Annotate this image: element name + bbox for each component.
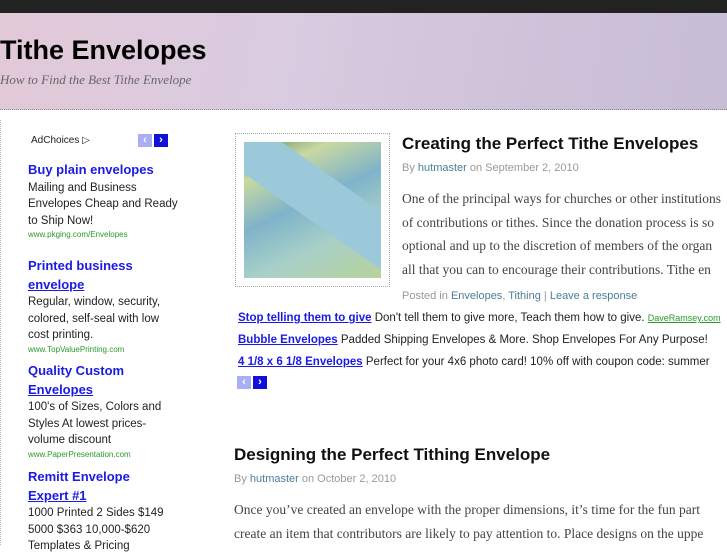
- ad-prev-button[interactable]: ‹: [138, 134, 152, 147]
- post-date: on October 2, 2010: [301, 473, 397, 485]
- ad-title[interactable]: Quality Custom: [28, 362, 178, 381]
- ad-desc: 100's of Sizes, Colors and Styles At low…: [28, 401, 162, 446]
- link-ad-desc: Don't tell them to give more, Teach them…: [374, 312, 645, 324]
- ad-item: Remitt Envelope Expert #1 1000 Printed 2…: [28, 468, 178, 555]
- excerpt-line: Once you’ve created an envelope with the…: [234, 502, 700, 517]
- posted-in-label: Posted in: [402, 290, 448, 302]
- site-tagline: How to Find the Best Tithe Envelope: [0, 72, 192, 87]
- ad-item: Buy plain envelopes Mailing and Business…: [28, 161, 178, 241]
- post-title[interactable]: Creating the Perfect Tithe Envelopes: [402, 134, 698, 154]
- top-bar: [0, 0, 727, 13]
- post-title[interactable]: Designing the Perfect Tithing Envelope: [234, 445, 550, 465]
- excerpt-line: all that you can to encourage their cont…: [402, 261, 711, 277]
- link-ad-desc: Padded Shipping Envelopes & More. Shop E…: [340, 334, 708, 346]
- link-ad-next-button[interactable]: ›: [253, 376, 267, 389]
- ad-title-cont[interactable]: Expert #1: [28, 488, 87, 503]
- post-thumbnail[interactable]: [235, 133, 390, 287]
- ad-url[interactable]: www.PaperPresentation.com: [28, 449, 178, 461]
- ad-next-button[interactable]: ›: [154, 134, 168, 147]
- by-label: By: [402, 162, 415, 174]
- excerpt-line: optional and up to the discretion of mem…: [402, 238, 713, 253]
- ad-url[interactable]: www.TopValuePrinting.com: [28, 344, 178, 356]
- ad-title[interactable]: Buy plain envelopes: [28, 161, 178, 180]
- link-ad: 4 1/8 x 6 1/8 Envelopes Perfect for your…: [238, 356, 710, 368]
- link-ad: Bubble Envelopes Padded Shipping Envelop…: [238, 334, 708, 346]
- post-excerpt: Once you’ve created an envelope with the…: [234, 498, 703, 545]
- ad-item: Printed business envelope Regular, windo…: [28, 257, 178, 356]
- category-link[interactable]: Tithing: [508, 290, 541, 302]
- category-link[interactable]: Envelopes: [451, 290, 502, 302]
- link-ad: Stop telling them to give Don't tell the…: [238, 312, 721, 324]
- excerpt-line: create an item that contributors are lik…: [234, 525, 704, 541]
- ad-title-cont[interactable]: envelope: [28, 277, 84, 292]
- ad-desc: Regular, window, security, colored, self…: [28, 296, 161, 341]
- ad-item: Quality Custom Envelopes 100's of Sizes,…: [28, 362, 178, 461]
- excerpt-line: of contributions or tithes. Since the do…: [402, 214, 714, 230]
- post-categories: Posted in Envelopes, Tithing | Leave a r…: [402, 290, 638, 302]
- leave-response-link[interactable]: Leave a response: [550, 290, 637, 302]
- ad-title-cont[interactable]: Envelopes: [28, 382, 93, 397]
- site-title[interactable]: Tithe Envelopes: [0, 35, 207, 66]
- site-header: Tithe Envelopes How to Find the Best Tit…: [0, 13, 727, 110]
- ad-desc: Mailing and Business Envelopes Cheap and…: [28, 181, 178, 227]
- link-ad-title[interactable]: Stop telling them to give: [238, 312, 372, 324]
- link-ad-title[interactable]: 4 1/8 x 6 1/8 Envelopes: [238, 356, 363, 368]
- ad-title[interactable]: Printed business: [28, 257, 178, 276]
- separator: |: [543, 290, 547, 302]
- link-ad-url[interactable]: DaveRamsey.com: [648, 313, 721, 323]
- post-meta: By hutmaster on September 2, 2010: [402, 162, 579, 174]
- post-date: on September 2, 2010: [469, 162, 579, 174]
- ad-desc: 1000 Printed 2 Sides $149 5000 $363 10,0…: [28, 507, 164, 552]
- link-ad-desc: Perfect for your 4x6 photo card! 10% off…: [365, 356, 710, 368]
- excerpt-line: One of the principal ways for churches o…: [402, 191, 722, 206]
- sidebar-ads: AdChoices ▷ ‹ › Buy plain envelopes Mail…: [0, 120, 220, 552]
- by-label: By: [234, 473, 247, 485]
- link-ad-title[interactable]: Bubble Envelopes: [238, 334, 338, 346]
- link-ad-prev-button[interactable]: ‹: [237, 376, 251, 389]
- adchoices-link[interactable]: AdChoices ▷: [31, 135, 90, 146]
- ad-title[interactable]: Remitt Envelope: [28, 468, 178, 487]
- author-link[interactable]: hutmaster: [250, 473, 299, 485]
- envelopes-image: [244, 142, 381, 278]
- post-meta: By hutmaster on October 2, 2010: [234, 473, 396, 485]
- author-link[interactable]: hutmaster: [418, 162, 467, 174]
- ad-url[interactable]: www.pkging.com/Envelopes: [28, 229, 178, 241]
- post-excerpt: One of the principal ways for churches o…: [402, 187, 721, 281]
